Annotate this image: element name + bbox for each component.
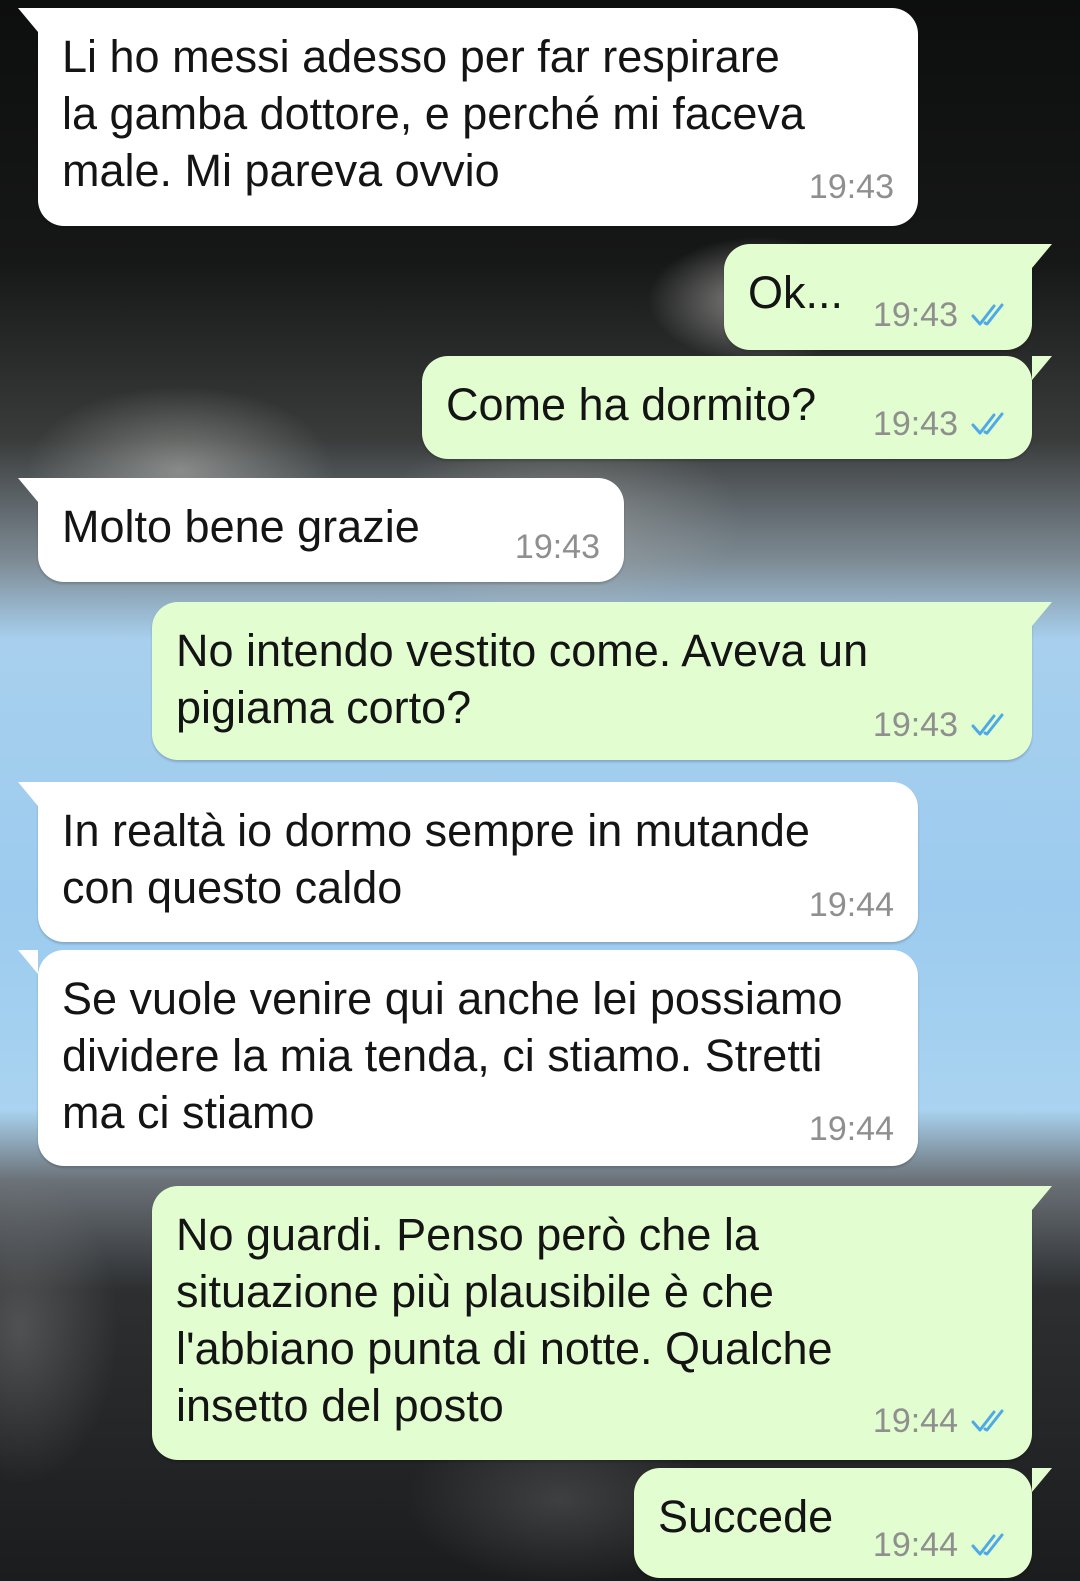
message-time: 19:44 (872, 1526, 958, 1564)
message-text: Se vuole venire qui anche lei possiamo d… (62, 973, 843, 1138)
message-text: Li ho messi adesso per far respirare la … (62, 31, 805, 196)
outgoing-message-bubble[interactable]: No intendo vestito come. Aveva un pigiam… (152, 602, 1052, 760)
message-meta: 19:43 (873, 296, 1010, 334)
message-meta: 19:44 (809, 886, 894, 924)
message-time: 19:43 (872, 296, 958, 334)
message-meta: 19:43 (515, 528, 600, 566)
message-text: No guardi. Penso però che la situazione … (176, 1209, 833, 1431)
message-meta: 19:44 (809, 1110, 894, 1148)
message-meta: 19:43 (873, 706, 1010, 744)
message-time: 19:44 (808, 886, 894, 924)
message-list[interactable]: Li ho messi adesso per far respirare la … (0, 0, 1080, 1581)
double-check-read-icon (971, 412, 1004, 435)
message-meta: 19:43 (809, 168, 894, 206)
message-time: 19:44 (808, 1110, 894, 1148)
incoming-message-bubble[interactable]: In realtà io dormo sempre in mutande con… (18, 782, 918, 942)
outgoing-message-bubble[interactable]: Come ha dormito? 19:43 (422, 356, 1052, 459)
double-check-read-icon (971, 1533, 1004, 1556)
double-check-read-icon (971, 713, 1004, 736)
message-time: 19:43 (872, 405, 958, 443)
message-time: 19:43 (872, 706, 958, 744)
message-text: In realtà io dormo sempre in mutande con… (62, 805, 810, 913)
message-time: 19:43 (514, 528, 600, 566)
outgoing-message-bubble[interactable]: No guardi. Penso però che la situazione … (152, 1186, 1052, 1460)
outgoing-message-bubble[interactable]: Ok... 19:43 (724, 244, 1052, 350)
incoming-message-bubble[interactable]: Li ho messi adesso per far respirare la … (18, 8, 918, 226)
message-meta: 19:44 (873, 1526, 1010, 1564)
double-check-read-icon (971, 1409, 1004, 1432)
incoming-message-bubble[interactable]: Molto bene grazie 19:43 (18, 478, 624, 582)
message-meta: 19:44 (873, 1402, 1010, 1440)
message-time: 19:44 (872, 1402, 958, 1440)
double-check-read-icon (971, 303, 1004, 326)
incoming-message-bubble[interactable]: Se vuole venire qui anche lei possiamo d… (18, 950, 918, 1166)
message-meta: 19:43 (873, 405, 1010, 443)
outgoing-message-bubble[interactable]: Succede 19:44 (634, 1468, 1052, 1578)
message-time: 19:43 (808, 168, 894, 206)
